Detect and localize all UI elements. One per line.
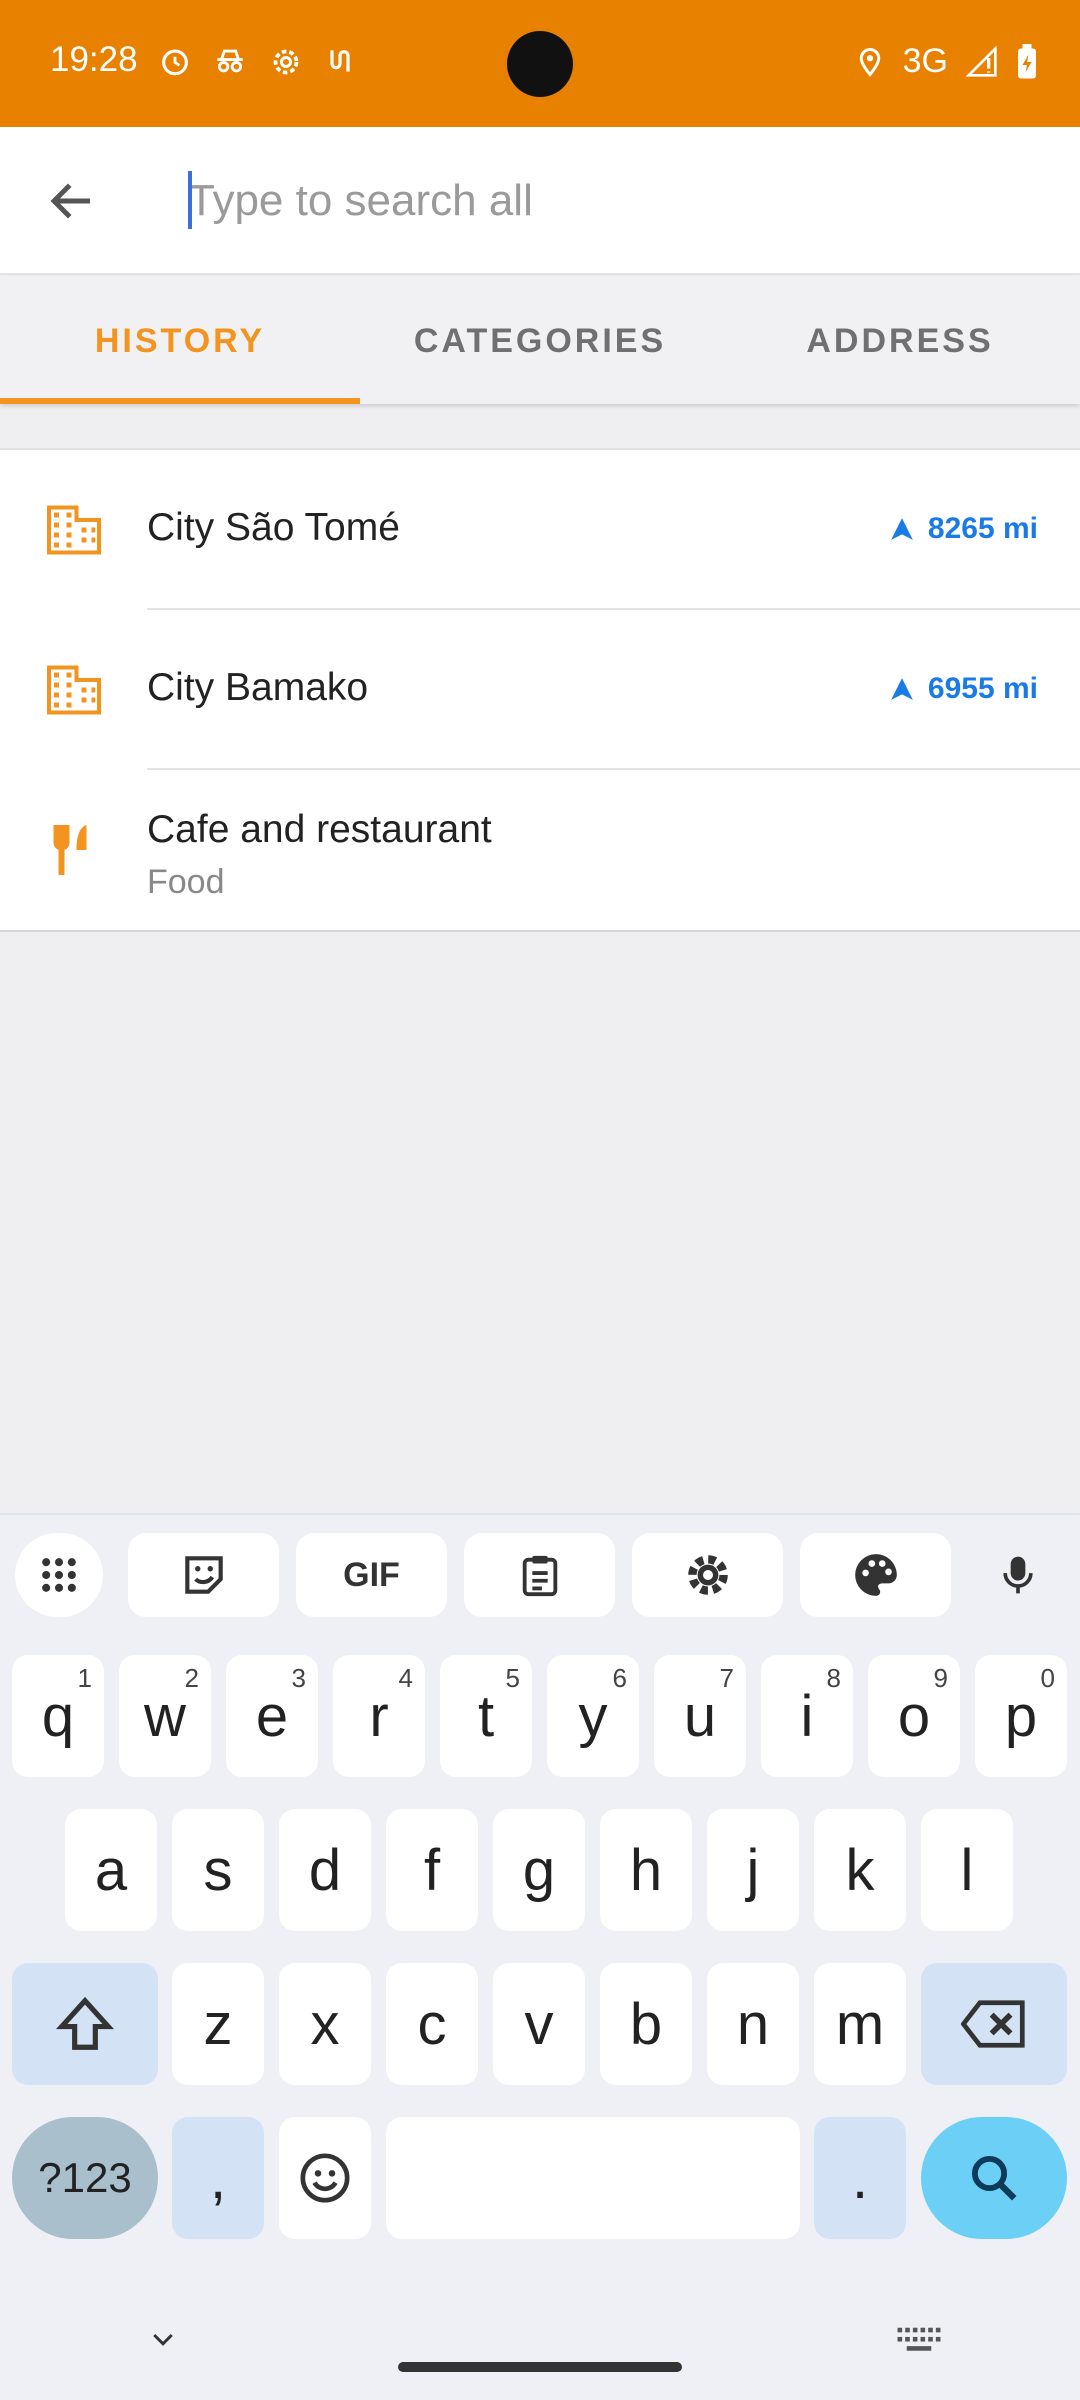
- key-v[interactable]: v: [493, 1963, 585, 2085]
- key-z[interactable]: z: [172, 1963, 264, 2085]
- building-icon: [47, 665, 101, 715]
- key-i[interactable]: i8: [761, 1655, 853, 1777]
- palette-icon[interactable]: [800, 1533, 951, 1617]
- vpn-icon: [330, 50, 350, 72]
- shift-icon: [55, 1996, 115, 2050]
- key-c[interactable]: c: [386, 1963, 478, 2085]
- screen: 19:28 3G HISTORY CATEGORIES ADDRESS: [0, 0, 1080, 2400]
- settings-gear-icon: [273, 49, 299, 75]
- key-b[interactable]: b: [600, 1963, 692, 2085]
- status-bar: 19:28 3G: [0, 0, 1080, 127]
- chevron-down-icon[interactable]: [145, 2325, 181, 2355]
- key-q[interactable]: q1: [12, 1655, 104, 1777]
- incognito-icon: [217, 49, 243, 73]
- fork-knife-icon: [53, 825, 87, 875]
- tab-categories[interactable]: CATEGORIES: [360, 276, 720, 404]
- search-bar: [0, 127, 1080, 275]
- alarm-icon: [162, 49, 188, 76]
- gif-button[interactable]: GIF: [296, 1533, 447, 1617]
- key-g[interactable]: g: [493, 1809, 585, 1931]
- backspace-icon: [961, 2000, 1025, 2048]
- location-icon: [859, 47, 880, 77]
- backspace-key[interactable]: [921, 1963, 1067, 2085]
- keyboard: GIF q1 w2 e3 r4 t5 y6 u7 i8 o9 p0 a s d …: [0, 1513, 1080, 2400]
- building-icon: [47, 505, 101, 555]
- key-p[interactable]: p0: [975, 1655, 1067, 1777]
- key-f[interactable]: f: [386, 1809, 478, 1931]
- tab-history[interactable]: HISTORY: [0, 276, 360, 404]
- key-y[interactable]: y6: [547, 1655, 639, 1777]
- keyboard-switch-icon[interactable]: [896, 2325, 942, 2355]
- tab-address[interactable]: ADDRESS: [720, 276, 1080, 404]
- key-t[interactable]: t5: [440, 1655, 532, 1777]
- symbols-key[interactable]: ?123: [12, 2117, 158, 2239]
- key-n[interactable]: n: [707, 1963, 799, 2085]
- key-r[interactable]: r4: [333, 1655, 425, 1777]
- key-u[interactable]: u7: [654, 1655, 746, 1777]
- key-x[interactable]: x: [279, 1963, 371, 2085]
- key-m[interactable]: m: [814, 1963, 906, 2085]
- search-input[interactable]: [188, 171, 1038, 231]
- comma-key[interactable]: ,: [172, 2117, 264, 2239]
- clipboard-icon[interactable]: [464, 1533, 615, 1617]
- emoji-key[interactable]: [279, 2117, 371, 2239]
- list-item-title: Cafe and restaurant: [147, 808, 492, 851]
- search-icon: [971, 2155, 1017, 2201]
- key-e[interactable]: e3: [226, 1655, 318, 1777]
- camera-cutout: [507, 31, 573, 97]
- key-l[interactable]: l: [921, 1809, 1013, 1931]
- key-k[interactable]: k: [814, 1809, 906, 1931]
- back-arrow-icon[interactable]: [45, 174, 99, 228]
- period-key[interactable]: .: [814, 2117, 906, 2239]
- sticker-icon[interactable]: [128, 1533, 279, 1617]
- shift-key[interactable]: [12, 1963, 158, 2085]
- home-indicator[interactable]: [398, 2362, 682, 2372]
- list-item-title: City Bamako: [147, 666, 369, 709]
- key-o[interactable]: o9: [868, 1655, 960, 1777]
- direction-arrow-icon: [891, 518, 913, 540]
- list-item-title: City São Tomé: [147, 506, 400, 549]
- direction-arrow-icon: [891, 678, 913, 700]
- history-list: City São Tomé 8265 mi City Bamako 6955 m…: [0, 448, 1080, 932]
- emoji-icon: [300, 2153, 350, 2203]
- space-key[interactable]: [386, 2117, 800, 2239]
- settings-icon[interactable]: [632, 1533, 783, 1617]
- network-type: 3G: [902, 42, 948, 80]
- key-w[interactable]: w2: [119, 1655, 211, 1777]
- list-item[interactable]: Cafe and restaurant Food: [0, 770, 1080, 930]
- key-a[interactable]: a: [65, 1809, 157, 1931]
- list-item[interactable]: City Bamako 6955 mi: [0, 610, 1080, 770]
- signal-icon: [966, 45, 997, 77]
- mic-icon[interactable]: [968, 1533, 1068, 1617]
- key-s[interactable]: s: [172, 1809, 264, 1931]
- battery-charging-icon: [1018, 43, 1036, 78]
- tab-bar: HISTORY CATEGORIES ADDRESS: [0, 276, 1080, 404]
- status-time: 19:28: [50, 40, 138, 79]
- apps-icon[interactable]: [15, 1533, 103, 1617]
- key-j[interactable]: j: [707, 1809, 799, 1931]
- distance-label: 8265 mi: [888, 512, 1038, 546]
- distance-label: 6955 mi: [888, 672, 1038, 706]
- key-h[interactable]: h: [600, 1809, 692, 1931]
- text-cursor: [188, 171, 192, 229]
- search-key[interactable]: [921, 2117, 1067, 2239]
- list-item[interactable]: City São Tomé 8265 mi: [0, 450, 1080, 610]
- key-d[interactable]: d: [279, 1809, 371, 1931]
- list-item-subtitle: Food: [147, 863, 225, 901]
